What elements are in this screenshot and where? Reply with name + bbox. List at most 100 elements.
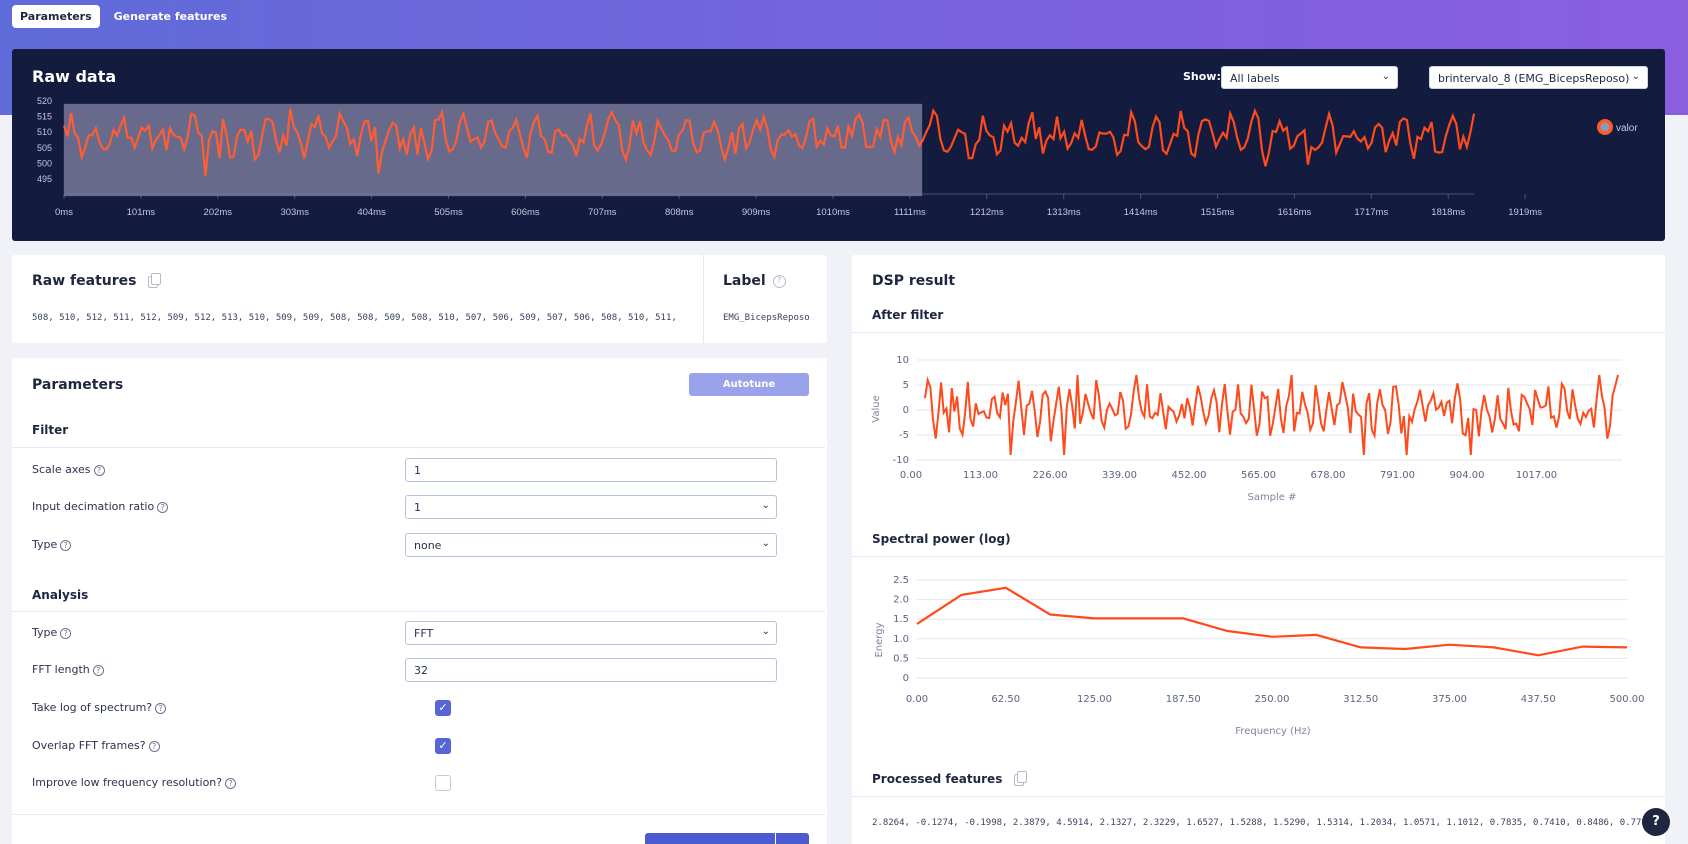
analysis-type-select[interactable]: FFT ⌄ [405,621,777,645]
improve-label: Improve low frequency resolution?? [32,776,237,789]
x-tick-label: 1017.00 [1516,470,1557,481]
legend-label: valor [1616,123,1638,134]
after-filter-xlabel: Sample # [1247,492,1296,503]
x-tick-label: 791.00 [1380,470,1415,481]
x-tick-label: 1010ms [816,207,850,218]
tab-generate-features[interactable]: Generate features [106,5,235,28]
filter-type-value: none [414,539,442,552]
x-tick-label: 226.00 [1033,470,1068,481]
fft-length-input[interactable]: 32 [405,658,777,682]
autotune-button[interactable]: Autotune parameters [689,373,809,413]
help-icon[interactable]: ? [148,740,160,752]
y-tick-label: 0 [903,673,909,684]
x-tick-label: 1313ms [1047,207,1081,218]
overlap-label: Overlap FFT frames?? [32,739,160,752]
copy-icon[interactable] [1014,770,1028,786]
x-tick-label: 250.00 [1255,694,1290,705]
x-tick-label: 1919ms [1508,207,1542,218]
x-tick-label: 113.00 [963,470,998,481]
copy-icon[interactable] [148,272,162,288]
x-tick-label: 202ms [204,207,233,218]
raw-data-chart[interactable]: 520 515 510 505 500 495 0ms 101ms 202ms 303ms 404… [12,49,1665,241]
improve-checkbox[interactable] [435,775,451,791]
x-tick-label: 0.00 [900,470,922,481]
x-tick-label: 808ms [665,207,694,218]
spectral-chart[interactable]: 2.5 2.0 1.5 1.0 0.5 0 0.00 62.50 125.00 187.50 250… [852,570,1665,740]
take-log-label: Take log of spectrum?? [32,701,167,714]
spectral-series-line [916,586,1628,657]
y-tick-label: 510 [37,127,52,137]
overlap-checkbox[interactable]: ✓ [435,738,451,754]
decimation-value: 1 [414,501,421,514]
selection-window-border [63,103,923,197]
y-tick-label: 0 [903,405,909,416]
raw-features-header: Raw features [32,272,162,289]
x-tick-label: 312.50 [1343,694,1378,705]
y-tick-label: 5 [903,380,909,391]
x-tick-label: 1616ms [1277,207,1311,218]
raw-features-title: Raw features [32,273,137,289]
parameters-card: Parameters Autotune parameters Filter Sc… [12,358,827,844]
y-tick-label: -10 [893,455,909,466]
help-icon[interactable]: ? [60,539,72,551]
x-tick-label: 0ms [55,207,73,218]
after-filter-series-line [924,374,1619,456]
scale-axes-label: Scale axes? [32,463,105,476]
label-value: EMG_BicepsReposo [723,313,810,323]
y-tick-label: 10 [896,355,909,366]
top-tabs: Parameters Generate features [12,5,235,28]
help-icon[interactable]: ? [60,627,72,639]
check-icon: ✓ [438,701,448,714]
x-tick-label: 678.00 [1311,470,1346,481]
divider [12,447,825,448]
filter-type-label: Type? [32,538,72,551]
x-tick-label: 0.00 [906,694,928,705]
parameters-title: Parameters [32,377,124,393]
x-tick-label: 1717ms [1354,207,1388,218]
divider [12,611,825,612]
analysis-heading: Analysis [32,588,89,602]
scale-axes-input[interactable]: 1 [405,458,777,482]
after-filter-heading: After filter [872,308,944,322]
after-filter-chart[interactable]: 10 5 0 -5 -10 0.00 113.00 226.00 339.00 452.00 565… [852,345,1665,505]
x-tick-label: 375.00 [1432,694,1467,705]
help-icon[interactable]: ? [772,275,786,288]
divider [12,814,825,815]
after-filter-ylabel: Value [871,395,882,422]
check-icon: ✓ [438,739,448,752]
label-title: Label [723,273,766,289]
dsp-result-title: DSP result [872,273,956,289]
y-tick-label: 515 [37,112,52,122]
take-log-checkbox[interactable]: ✓ [435,700,451,716]
x-tick-label: 1212ms [970,207,1004,218]
help-icon[interactable]: ? [225,777,237,789]
processed-values: 2.8264, -0.1274, -0.1998, 2.3879, 4.5914… [872,818,1652,828]
legend-marker-inner [1600,122,1610,132]
x-tick-label: 1818ms [1431,207,1465,218]
y-tick-label: 1.5 [893,614,909,625]
chevron-down-icon: ⌄ [761,538,770,549]
filter-type-select[interactable]: none ⌄ [405,533,777,557]
x-tick-label: 500.00 [1610,694,1645,705]
x-tick-label: 1515ms [1201,207,1235,218]
help-icon[interactable]: ? [157,501,169,513]
y-tick-label: 2.5 [893,575,909,586]
save-dropdown-button[interactable] [776,833,809,844]
fft-length-label: FFT length? [32,663,104,676]
y-tick-label: 2.0 [893,595,909,606]
x-tick-label: 339.00 [1102,470,1137,481]
help-icon[interactable]: ? [92,664,104,676]
save-button[interactable] [645,833,775,844]
chevron-down-icon: ⌄ [761,626,770,637]
decimation-select[interactable]: 1 ⌄ [405,495,777,519]
raw-data-card: Raw data Show: All labels ⌄ brintervalo_… [12,49,1665,241]
x-tick-label: 606ms [511,207,540,218]
raw-features-card: Raw features 508, 510, 512, 511, 512, 50… [12,255,827,343]
help-fab-icon[interactable]: ? [1642,808,1670,836]
help-icon[interactable]: ? [93,464,105,476]
x-tick-label: 909ms [742,207,771,218]
divider [852,796,1665,797]
x-tick-label: 505ms [434,207,463,218]
tab-parameters[interactable]: Parameters [12,5,100,28]
help-icon[interactable]: ? [155,702,167,714]
